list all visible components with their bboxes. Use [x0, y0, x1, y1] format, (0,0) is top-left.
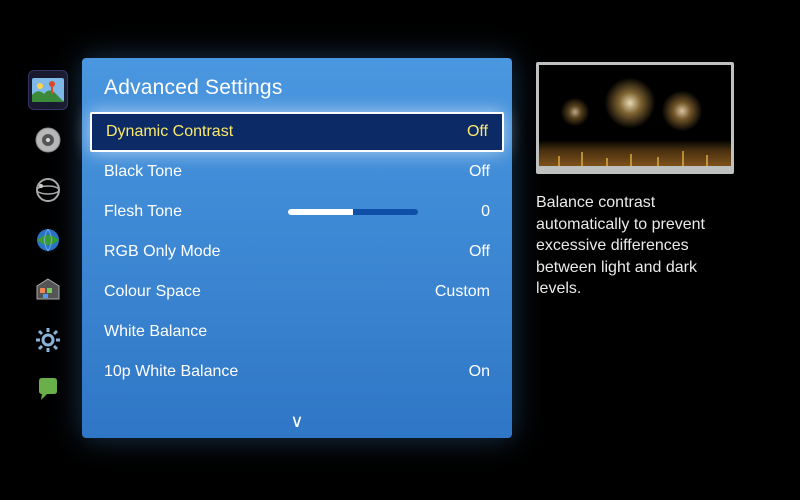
- menu-item-colour-space[interactable]: Colour SpaceCustom: [88, 272, 506, 312]
- menu-item-flesh-tone[interactable]: Flesh Tone 0: [88, 192, 506, 232]
- menu-item-label: Dynamic Contrast: [106, 123, 428, 141]
- channel-icon: [35, 177, 61, 203]
- support-icon: [35, 377, 61, 403]
- sidebar-item-network[interactable]: [28, 220, 68, 260]
- menu-item-black-tone[interactable]: Black ToneOff: [88, 152, 506, 192]
- sidebar-item-sound[interactable]: [28, 120, 68, 160]
- menu-item-10p-white-balance[interactable]: 10p White BalanceOn: [88, 352, 506, 392]
- sidebar: [18, 18, 78, 482]
- network-icon: [35, 227, 61, 253]
- sidebar-item-picture[interactable]: [28, 70, 68, 110]
- menu-item-label: Flesh Tone: [104, 203, 288, 221]
- scroll-down-icon[interactable]: ∨: [290, 411, 303, 432]
- sidebar-item-channel[interactable]: [28, 170, 68, 210]
- menu-item-rgb-only-mode[interactable]: RGB Only ModeOff: [88, 232, 506, 272]
- menu-item-value: Custom: [430, 283, 490, 301]
- menu-item-value: Off: [430, 243, 490, 261]
- slider-fill: [288, 209, 353, 215]
- smart-hub-icon: [35, 277, 61, 303]
- menu-item-white-balance[interactable]: White Balance: [88, 312, 506, 352]
- sidebar-item-smart-hub[interactable]: [28, 270, 68, 310]
- picture-icon: [32, 78, 64, 102]
- slider-track[interactable]: [288, 209, 418, 215]
- settings-panel: Advanced Settings Dynamic ContrastOffBla…: [82, 58, 512, 438]
- menu-item-dynamic-contrast[interactable]: Dynamic ContrastOff: [90, 112, 504, 152]
- menu-item-label: White Balance: [104, 323, 430, 341]
- help-text: Balance contrast automatically to preven…: [536, 192, 746, 300]
- menu-item-label: Colour Space: [104, 283, 430, 301]
- menu-item-label: Black Tone: [104, 163, 430, 181]
- menu-item-label: 10p White Balance: [104, 363, 430, 381]
- sidebar-item-support[interactable]: [28, 370, 68, 410]
- menu-item-label: RGB Only Mode: [104, 243, 430, 261]
- panel-title: Advanced Settings: [82, 62, 512, 112]
- menu-list: Dynamic ContrastOffBlack ToneOffFlesh To…: [82, 112, 512, 392]
- menu-item-value: On: [430, 363, 490, 381]
- sound-icon: [35, 127, 61, 153]
- menu-item-value: Off: [430, 163, 490, 181]
- sidebar-item-system[interactable]: [28, 320, 68, 360]
- system-icon: [35, 327, 61, 353]
- preview-thumbnail: [536, 62, 734, 174]
- menu-item-value: Off: [428, 123, 488, 141]
- menu-item-value: 0: [430, 203, 490, 221]
